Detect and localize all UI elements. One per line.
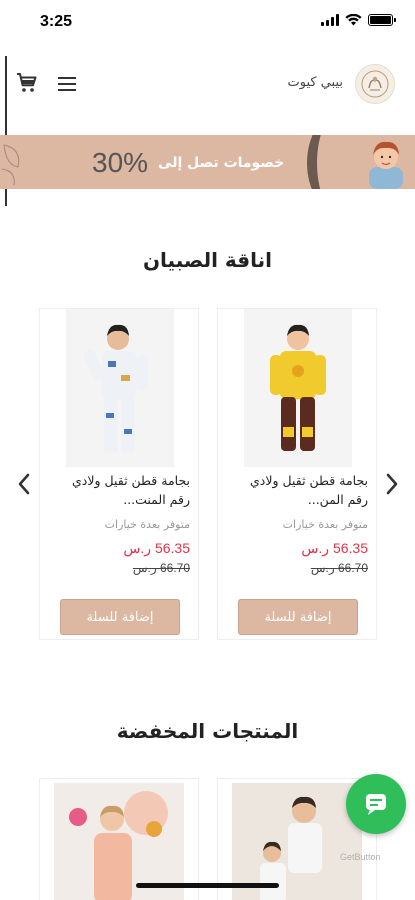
- app-header: بيبي كيوت: [0, 55, 415, 115]
- status-time: 3:25: [40, 13, 73, 30]
- chevron-left-icon: [18, 473, 30, 495]
- product-price: 56.35 ر.س: [301, 540, 368, 556]
- product-old-price: 66.70 ر.س: [310, 561, 368, 575]
- cart-icon: [17, 73, 37, 92]
- product-name[interactable]: بجامة قطن ثقيل ولادي رقم المنت...: [44, 471, 190, 509]
- status-icons: [321, 14, 396, 26]
- menu-icon: [58, 77, 76, 79]
- product-price: 56.35 ر.س: [123, 540, 190, 556]
- logo-icon: [361, 70, 389, 98]
- product-card[interactable]: بجامة قطن ثقيل ولادي رقم المنت... متوفر …: [39, 308, 199, 640]
- add-to-cart-button[interactable]: إضافة للسلة: [238, 599, 358, 635]
- discounted-product-card[interactable]: [39, 778, 199, 900]
- boy-yellow-pajama-photo: [244, 309, 352, 467]
- boys-section-title: اناقة الصبيان: [142, 248, 273, 272]
- banner-arc-decoration: [307, 135, 367, 189]
- product-name[interactable]: بجامة قطن ثقيل ولادي رقم المن...: [222, 471, 368, 509]
- wifi-icon: [345, 14, 362, 26]
- boy-white-pajama-photo: [66, 309, 174, 467]
- promo-label: خصومات تصل إلى: [158, 155, 285, 171]
- chevron-right-icon: [386, 473, 398, 495]
- menu-button[interactable]: [54, 73, 80, 95]
- brand-name: بيبي كيوت: [287, 75, 344, 90]
- home-indicator: [136, 883, 279, 888]
- product-availability: متوفر بعدة خيارات: [282, 518, 368, 531]
- chat-button[interactable]: [346, 774, 406, 834]
- brand-logo[interactable]: [355, 64, 395, 104]
- carousel-next-button[interactable]: [382, 470, 402, 498]
- product-old-price: 66.70 ر.س: [132, 561, 190, 575]
- product-image[interactable]: [66, 309, 174, 467]
- product-availability: متوفر بعدة خيارات: [104, 518, 190, 531]
- leaf-decoration: [1, 144, 20, 186]
- chat-caption: GetButton: [340, 852, 381, 862]
- cart-button[interactable]: [14, 71, 40, 97]
- promo-banner[interactable]: خصومات تصل إلى 30%: [0, 135, 415, 189]
- promo-percent: 30%: [92, 147, 149, 178]
- chat-icon: [366, 794, 386, 815]
- promo-text: خصومات تصل إلى 30%: [92, 147, 284, 179]
- discounted-section-title: المنتجات المخفضة: [116, 719, 299, 743]
- carousel-prev-button[interactable]: [14, 470, 34, 498]
- product-card[interactable]: بجامة قطن ثقيل ولادي رقم المن... متوفر ب…: [217, 308, 377, 640]
- product-image[interactable]: [244, 309, 352, 467]
- battery-icon: [368, 14, 396, 26]
- girl-photo: [369, 141, 403, 189]
- add-to-cart-button[interactable]: إضافة للسلة: [60, 599, 180, 635]
- status-bar: 3:25: [0, 0, 415, 44]
- signal-icon: [321, 14, 339, 26]
